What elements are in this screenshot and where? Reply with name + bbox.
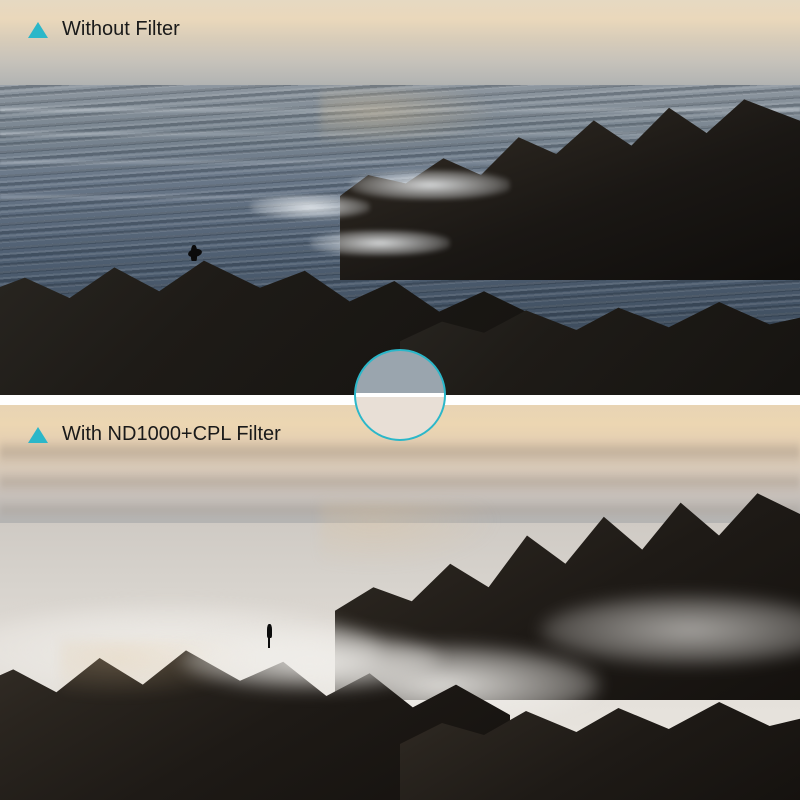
triangle-marker-icon [28,22,48,38]
label-text-top: Without Filter [62,18,180,41]
seascape-without-filter [0,0,800,395]
comparison-panel-with-filter: With ND1000+CPL Filter [0,405,800,800]
label-without-filter: Without Filter [28,18,180,41]
comparison-panel-without-filter: Without Filter [0,0,800,395]
bird-icon [185,245,203,269]
panel-divider [0,395,800,405]
label-with-filter: With ND1000+CPL Filter [28,423,281,446]
seascape-with-filter [0,405,800,800]
magnifier-circle-icon [354,349,446,441]
heron-icon [262,624,276,648]
label-text-bottom: With ND1000+CPL Filter [62,423,281,446]
triangle-marker-icon [28,427,48,443]
